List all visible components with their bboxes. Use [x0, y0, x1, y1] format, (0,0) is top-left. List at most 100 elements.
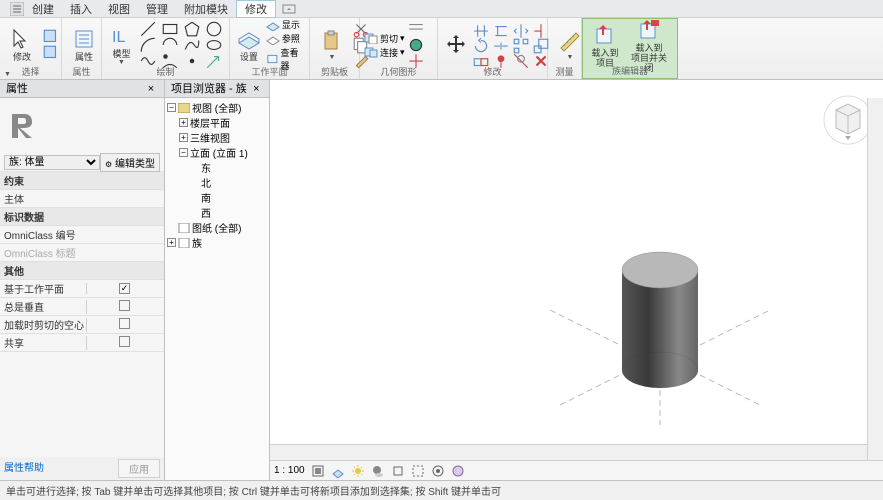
- circle-icon[interactable]: [205, 21, 223, 37]
- family-selector-row: 族: 体量 ⚙ 编辑类型: [0, 154, 164, 172]
- spline-icon[interactable]: [183, 37, 201, 53]
- expand-icon[interactable]: +: [179, 118, 188, 127]
- select-tool2-icon[interactable]: [42, 45, 60, 61]
- menu-item-addins[interactable]: 附加模块: [176, 1, 236, 17]
- hide-isolate-icon[interactable]: [431, 464, 445, 478]
- app-menu-icon[interactable]: [10, 2, 24, 16]
- arc2-icon[interactable]: [161, 37, 179, 53]
- sun-path-icon[interactable]: [351, 464, 365, 478]
- status-text: 单击可进行选择; 按 Tab 键并单击可选择其他项目; 按 Ctrl 键并单击可…: [6, 483, 501, 498]
- detail-level-icon[interactable]: [311, 464, 325, 478]
- tree-north[interactable]: 北: [167, 175, 267, 190]
- project-browser-panel: 项目浏览器 - 族2 × −视图 (全部) +楼层平面 +三维视图 −立面 (立…: [165, 80, 270, 480]
- select-dropdown-icon[interactable]: ▼: [4, 71, 11, 78]
- scrollbar-vertical[interactable]: [867, 98, 883, 460]
- tree-west[interactable]: 西: [167, 205, 267, 220]
- move-button[interactable]: [442, 31, 470, 59]
- ribbon: 修改 选择 ▼ 属性 属性 IL 模型 ▼: [0, 18, 883, 80]
- tree-sheets[interactable]: 图纸 (全部): [167, 220, 267, 235]
- section-other[interactable]: 其他: [0, 262, 164, 280]
- prop-workplane: 基于工作平面: [0, 280, 164, 298]
- collapse-icon[interactable]: −: [167, 103, 176, 112]
- properties-button[interactable]: 属性: [66, 25, 102, 65]
- modify-tools-grid: [472, 23, 550, 68]
- expand-icon[interactable]: +: [167, 238, 176, 247]
- prop-vertical: 总是垂直: [0, 298, 164, 316]
- checkbox-vertical[interactable]: [119, 300, 130, 311]
- crop-region-icon[interactable]: [411, 464, 425, 478]
- ribbon-group-modify: 修改: [438, 18, 548, 79]
- view-cube[interactable]: [823, 90, 873, 150]
- scale-selector[interactable]: 1 : 100: [274, 465, 305, 476]
- tree-elevations[interactable]: −立面 (立面 1): [167, 145, 267, 160]
- menu-item-insert[interactable]: 插入: [62, 1, 100, 17]
- ribbon-group-select: 修改 选择 ▼: [0, 18, 62, 79]
- menu-item-modify[interactable]: 修改: [236, 0, 276, 18]
- model-type-button[interactable]: IL 模型 ▼: [106, 22, 137, 69]
- properties-help-link[interactable]: 属性帮助: [4, 459, 44, 478]
- ribbon-group-geometry: 剪切 ▾ 连接 ▾ 几何图形: [360, 18, 438, 79]
- paint-icon[interactable]: [407, 37, 425, 53]
- tree-south[interactable]: 南: [167, 190, 267, 205]
- statusbar: 单击可进行选择; 按 Tab 键并单击可选择其他项目; 按 Ctrl 键并单击可…: [0, 480, 883, 500]
- ribbon-group-draw: IL 模型 ▼ 绘制: [102, 18, 230, 79]
- tree-3d[interactable]: +三维视图: [167, 130, 267, 145]
- paste-button[interactable]: ▼: [314, 28, 350, 63]
- dropdown-icon: ▼: [567, 54, 574, 61]
- collapse-icon[interactable]: −: [179, 148, 188, 157]
- cut-geom-button[interactable]: 剪切 ▾: [364, 32, 405, 45]
- polygon-icon[interactable]: [183, 21, 201, 37]
- arc-icon[interactable]: [139, 37, 157, 53]
- ribbon-group-properties: 属性 属性: [62, 18, 102, 79]
- family-selector[interactable]: 族: 体量: [4, 155, 100, 170]
- dropdown-icon: ▼: [329, 54, 336, 61]
- split-face-icon[interactable]: [407, 21, 425, 37]
- join-geom-button[interactable]: 连接 ▾: [364, 46, 405, 59]
- prop-omni-num: OmniClass 编号: [0, 226, 164, 244]
- apply-button[interactable]: 应用: [118, 459, 160, 478]
- tree-families[interactable]: +族: [167, 235, 267, 250]
- line-icon[interactable]: [139, 21, 157, 37]
- ellipse-icon[interactable]: [205, 37, 223, 53]
- props-footer: 属性帮助 应用: [0, 457, 164, 480]
- crop-icon[interactable]: [391, 464, 405, 478]
- ref-workplane-button[interactable]: 参照: [266, 32, 305, 45]
- shadows-icon[interactable]: [371, 464, 385, 478]
- select-tool-icon[interactable]: [42, 29, 60, 45]
- visual-style-icon[interactable]: [331, 464, 345, 478]
- checkbox-shared[interactable]: [119, 336, 130, 347]
- show-workplane-button[interactable]: 显示: [266, 18, 305, 31]
- project-tree: −视图 (全部) +楼层平面 +三维视图 −立面 (立面 1) 东 北 南 西 …: [165, 98, 269, 252]
- modify-button[interactable]: 修改: [4, 25, 40, 65]
- section-constraint[interactable]: 约束: [0, 172, 164, 190]
- menu-item-manage[interactable]: 管理: [138, 1, 176, 17]
- close-icon[interactable]: ×: [250, 80, 263, 97]
- reveal-icon[interactable]: [451, 464, 465, 478]
- edit-type-button[interactable]: ⚙ 编辑类型: [100, 153, 160, 172]
- close-icon[interactable]: ×: [144, 80, 158, 97]
- expand-icon[interactable]: +: [179, 133, 188, 142]
- panel-options-icon[interactable]: [282, 2, 296, 16]
- scrollbar-horizontal[interactable]: [270, 444, 867, 460]
- checkbox-workplane[interactable]: [119, 283, 130, 294]
- rect-icon[interactable]: [161, 21, 179, 37]
- properties-title-bar: 属性 ×: [0, 80, 164, 98]
- browser-title-bar: 项目浏览器 - 族2 ×: [165, 80, 269, 98]
- cylinder-model[interactable]: [550, 210, 750, 410]
- tree-views[interactable]: −视图 (全部): [167, 100, 267, 115]
- ribbon-group-workplane: 设置 显示 参照 查看器 工作平面: [230, 18, 310, 79]
- section-identity[interactable]: 标识数据: [0, 208, 164, 226]
- draw-label: 绘制: [102, 65, 229, 78]
- tree-floorplans[interactable]: +楼层平面: [167, 115, 267, 130]
- prop-cutvoids: 加载时剪切的空心: [0, 316, 164, 334]
- workspace: 属性 × 族: 体量 ⚙ 编辑类型 约束 主体 标识数据 OmniClass 编…: [0, 80, 883, 480]
- prop-host: 主体: [0, 190, 164, 208]
- ribbon-group-clipboard: ▼ 剪贴板: [310, 18, 360, 79]
- view-control-bar: 1 : 100: [270, 460, 883, 480]
- tree-east[interactable]: 东: [167, 160, 267, 175]
- set-workplane-button[interactable]: 设置: [234, 25, 264, 65]
- viewport-3d[interactable]: 1 : 100: [270, 80, 883, 480]
- checkbox-cutvoids[interactable]: [119, 318, 130, 329]
- menu-item-create[interactable]: 创建: [24, 1, 62, 17]
- menu-item-view[interactable]: 视图: [100, 1, 138, 17]
